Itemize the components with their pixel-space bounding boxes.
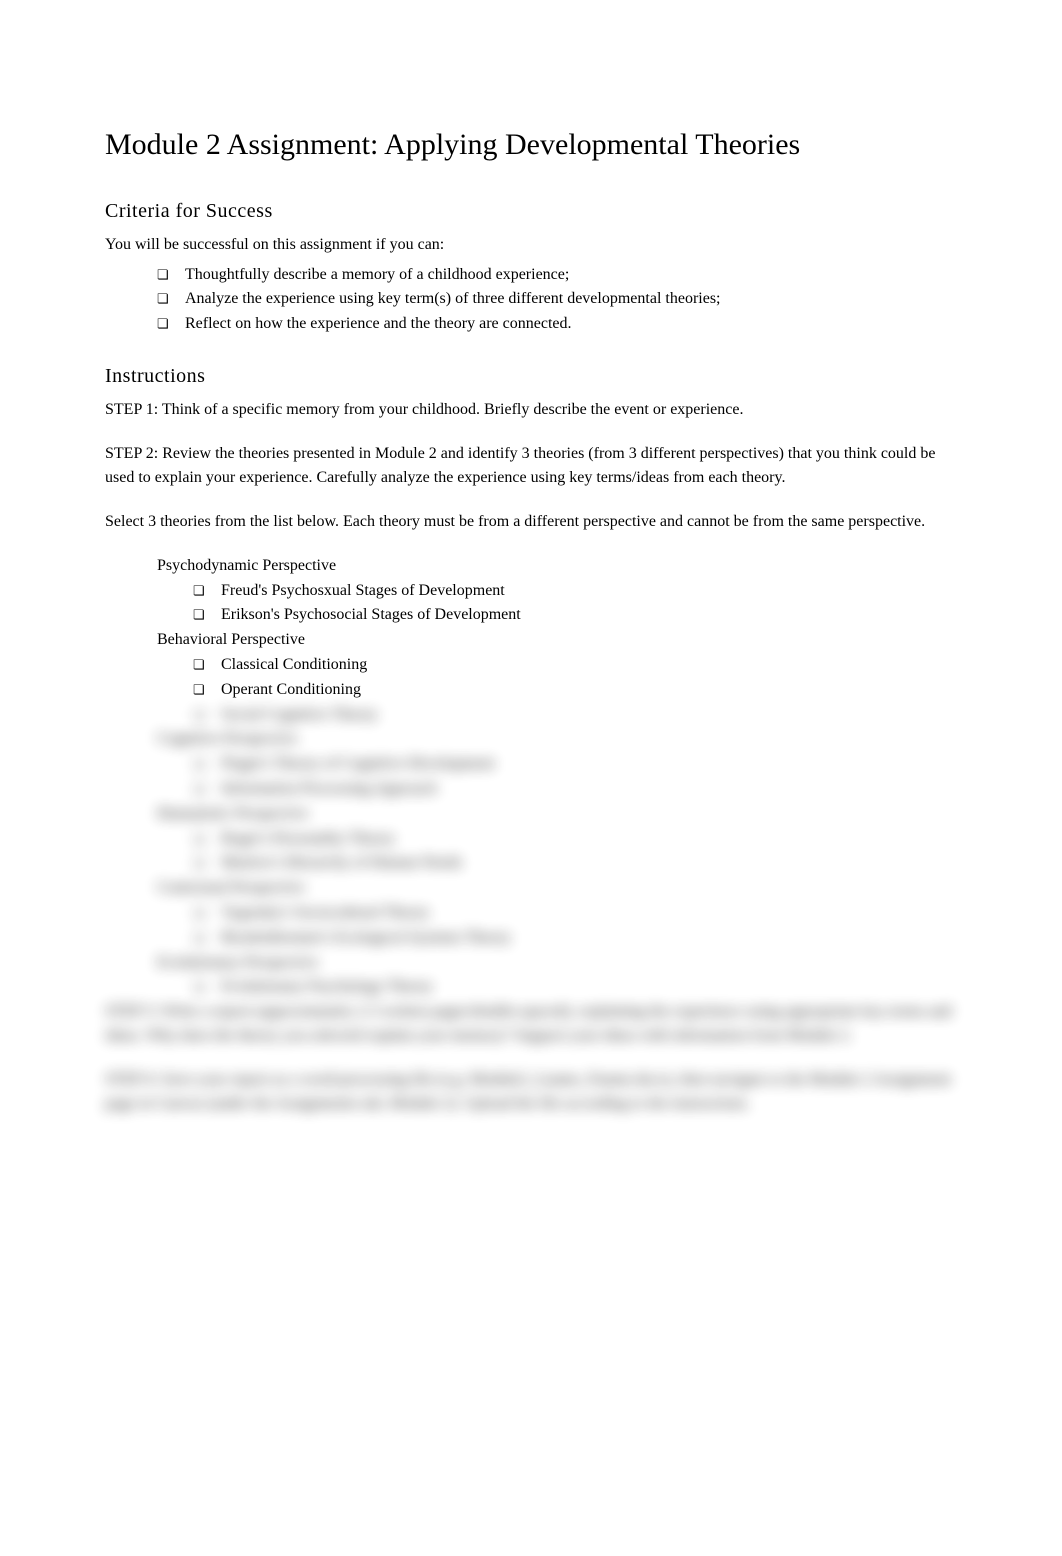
theory-item: Freud's Psychosxual Stages of Developmen… <box>193 579 962 604</box>
select-text: Select 3 theories from the list below. E… <box>105 510 962 534</box>
theory-list: Piaget's Theory of Cognitive Development… <box>157 752 962 802</box>
theory-item: Roger's Personality Theory <box>193 827 962 852</box>
theory-item: Evolutionary Psychology Theory <box>193 975 962 1000</box>
blurred-section: Cognitive Perspective Piaget's Theory of… <box>157 727 962 1000</box>
criteria-intro: You will be successful on this assignmen… <box>105 233 962 257</box>
theory-list: Roger's Personality Theory Maslow's Hier… <box>157 827 962 877</box>
theory-item: Operant Conditioning <box>193 678 962 703</box>
instructions-heading: Instructions <box>105 365 962 388</box>
perspective-label: Evolutionary Perspective <box>157 951 962 976</box>
theory-list: Classical Conditioning Operant Condition… <box>157 653 962 727</box>
document-page: Module 2 Assignment: Applying Developmen… <box>0 0 1062 1236</box>
theory-item: Maslow's Hierarchy of Human Needs <box>193 851 962 876</box>
criteria-item: Analyze the experience using key term(s)… <box>157 287 962 312</box>
criteria-list: Thoughtfully describe a memory of a chil… <box>105 263 962 337</box>
criteria-heading: Criteria for Success <box>105 200 962 223</box>
theory-item: Bronfenbrenner's Ecological Systems Theo… <box>193 926 962 951</box>
theory-item: Piaget's Theory of Cognitive Development <box>193 752 962 777</box>
criteria-item: Thoughtfully describe a memory of a chil… <box>157 263 962 288</box>
step3-text: STEP 3: Write a report (approximately 2-… <box>105 1000 962 1048</box>
theory-list: Evolutionary Psychology Theory <box>157 975 962 1000</box>
theory-list: Freud's Psychosxual Stages of Developmen… <box>157 579 962 629</box>
criteria-item: Reflect on how the experience and the th… <box>157 312 962 337</box>
step4-text: STEP 4: Save your report as a word-proce… <box>105 1068 962 1116</box>
step2-text: STEP 2: Review the theories presented in… <box>105 442 962 490</box>
theory-item: Erikson's Psychosocial Stages of Develop… <box>193 603 962 628</box>
theory-item: Vygotsky's Sociocultural Theory <box>193 901 962 926</box>
theory-list: Vygotsky's Sociocultural Theory Bronfenb… <box>157 901 962 951</box>
step1-text: STEP 1: Think of a specific memory from … <box>105 398 962 422</box>
perspectives-block: Psychodynamic Perspective Freud's Psycho… <box>105 554 962 1000</box>
theory-item: Information Processing Approach <box>193 777 962 802</box>
perspective-label: Psychodynamic Perspective <box>157 554 962 579</box>
perspective-label: Humanistic Perspective <box>157 802 962 827</box>
theory-item: Social Cognitive Theory <box>193 703 962 728</box>
perspective-label: Cognitive Perspective <box>157 727 962 752</box>
perspective-label: Contextual Perspective <box>157 876 962 901</box>
page-title: Module 2 Assignment: Applying Developmen… <box>105 125 962 166</box>
theory-item: Classical Conditioning <box>193 653 962 678</box>
perspective-label: Behavioral Perspective <box>157 628 962 653</box>
